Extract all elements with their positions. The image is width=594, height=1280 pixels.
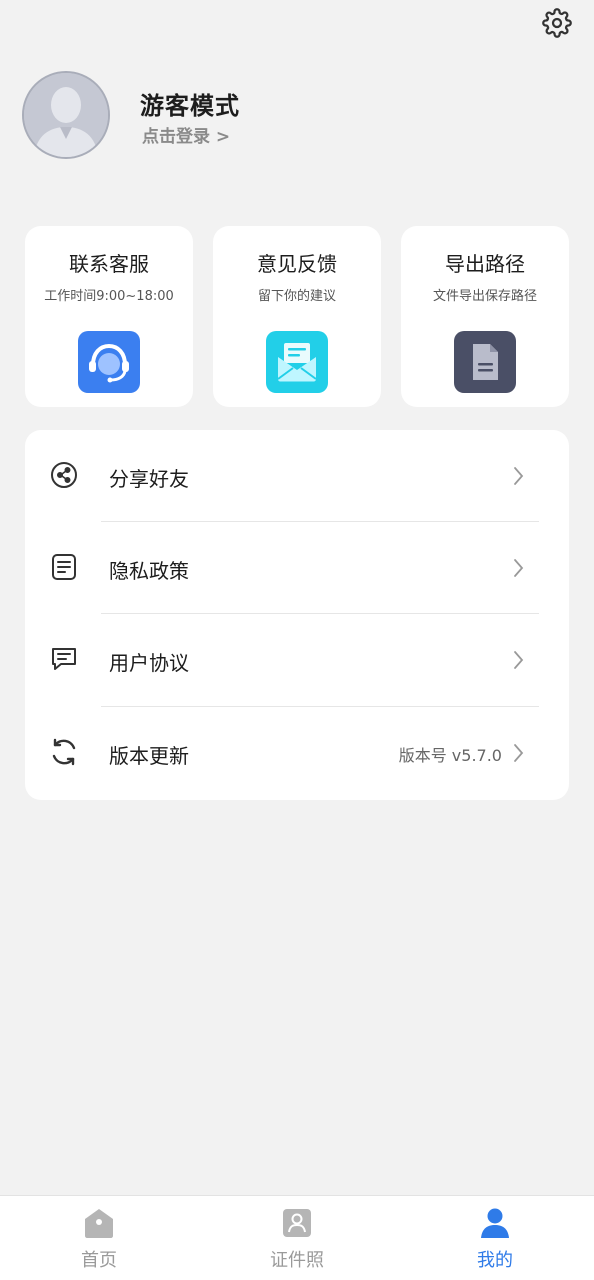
document-icon bbox=[454, 331, 516, 393]
settings-menu: 分享好友 隐私政策 用户协议 版本更新 版本号 v5.7.0 bbox=[25, 430, 569, 800]
home-icon bbox=[85, 1209, 113, 1238]
refresh-icon bbox=[49, 737, 79, 767]
menu-item-user-agreement[interactable]: 用户协议 bbox=[25, 614, 569, 706]
gear-icon bbox=[542, 8, 572, 38]
feedback-card[interactable]: 意见反馈 留下你的建议 bbox=[213, 226, 381, 407]
tab-label: 首页 bbox=[81, 1250, 117, 1271]
avatar[interactable] bbox=[22, 71, 110, 159]
profile-page: 游客模式 点击登录 > 联系客服 工作时间9:00~18:00 意见反馈 留下你… bbox=[0, 0, 594, 1280]
menu-item-label: 分享好友 bbox=[109, 467, 189, 491]
envelope-icon bbox=[266, 331, 328, 393]
user-icon bbox=[481, 1208, 509, 1238]
menu-item-label: 版本更新 bbox=[109, 744, 189, 768]
profile-name: 游客模式 bbox=[140, 92, 240, 120]
menu-item-privacy-policy[interactable]: 隐私政策 bbox=[25, 522, 569, 614]
menu-item-label: 隐私政策 bbox=[109, 559, 189, 583]
quick-action-title: 意见反馈 bbox=[257, 252, 337, 276]
quick-action-subtitle: 文件导出保存路径 bbox=[432, 289, 537, 304]
menu-item-share-friends[interactable]: 分享好友 bbox=[25, 430, 569, 522]
contact-support-card[interactable]: 联系客服 工作时间9:00~18:00 bbox=[25, 226, 193, 407]
tab-label: 证件照 bbox=[270, 1250, 324, 1271]
tab-home[interactable]: 首页 bbox=[0, 1196, 198, 1280]
menu-item-label: 用户协议 bbox=[109, 651, 189, 675]
document-list-icon bbox=[49, 552, 79, 582]
customer-service-headset-icon bbox=[78, 331, 140, 393]
version-number: 版本号 v5.7.0 bbox=[398, 746, 502, 765]
share-icon bbox=[49, 460, 79, 490]
id-photo-icon bbox=[283, 1209, 311, 1237]
settings-button[interactable] bbox=[540, 6, 574, 40]
tab-mine[interactable]: 我的 bbox=[396, 1196, 594, 1280]
chevron-right-icon bbox=[514, 467, 524, 485]
profile-header: 游客模式 点击登录 > bbox=[22, 70, 562, 160]
chevron-right-icon bbox=[514, 744, 524, 762]
quick-action-title: 联系客服 bbox=[69, 252, 149, 276]
quick-action-subtitle: 工作时间9:00~18:00 bbox=[44, 289, 174, 304]
menu-item-version-update[interactable]: 版本更新 版本号 v5.7.0 bbox=[25, 707, 569, 799]
tab-label: 我的 bbox=[477, 1250, 513, 1271]
quick-action-title: 导出路径 bbox=[445, 252, 525, 276]
bottom-tab-bar: 首页 证件照 我的 bbox=[0, 1195, 594, 1280]
login-link[interactable]: 点击登录 > bbox=[142, 122, 230, 147]
chevron-right-icon bbox=[514, 559, 524, 577]
chevron-right-icon bbox=[514, 651, 524, 669]
chat-message-icon bbox=[49, 644, 79, 674]
default-avatar-icon bbox=[24, 73, 108, 157]
tab-id-photo[interactable]: 证件照 bbox=[198, 1196, 396, 1280]
quick-action-subtitle: 留下你的建议 bbox=[257, 289, 336, 304]
export-path-card[interactable]: 导出路径 文件导出保存路径 bbox=[401, 226, 569, 407]
quick-actions: 联系客服 工作时间9:00~18:00 意见反馈 留下你的建议 导出路径 文件导… bbox=[25, 226, 569, 407]
